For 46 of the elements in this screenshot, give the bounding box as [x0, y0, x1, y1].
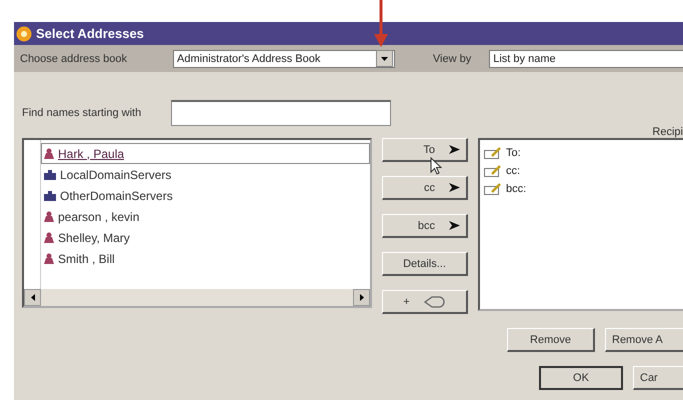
add-recipient-button[interactable]: Details... — [382, 252, 468, 276]
view-by-label: View by — [432, 52, 472, 64]
recipients-label: Recipi — [652, 126, 683, 138]
link-icon — [424, 296, 446, 308]
recipient-item[interactable]: To: — [484, 144, 683, 162]
note-pencil-icon — [484, 147, 502, 159]
cursor-icon — [430, 157, 442, 175]
find-label: Find names starting with — [22, 107, 142, 119]
add-recipient-button[interactable]: To — [382, 138, 468, 162]
address-item[interactable]: Smith , Bill — [41, 248, 370, 269]
arrow-icon — [449, 145, 460, 154]
group-icon — [44, 190, 56, 200]
remove-button[interactable]: Remove A — [605, 328, 683, 352]
person-icon — [44, 211, 54, 222]
left-arrow-icon — [30, 294, 34, 301]
remove-button[interactable]: Remove — [507, 328, 595, 352]
add-recipient-button[interactable]: cc — [382, 176, 468, 200]
right-arrow-icon — [360, 294, 364, 301]
address-item[interactable]: LocalDomainServers — [41, 164, 370, 185]
note-pencil-icon — [484, 165, 502, 177]
address-item[interactable]: pearson , kevin — [41, 206, 370, 227]
app-icon — [16, 26, 32, 42]
find-field[interactable] — [171, 100, 392, 126]
cancel-button[interactable]: Car — [633, 366, 683, 390]
address-book-label: Choose address book — [20, 52, 128, 64]
person-icon — [44, 148, 54, 159]
caret-icon — [380, 56, 388, 60]
address-item[interactable]: OtherDomainServers — [41, 185, 370, 206]
address-book-dropdown[interactable]: Administrator's Address Book — [173, 50, 395, 68]
view-by-dropdown[interactable]: List by name — [489, 50, 683, 68]
group-icon — [44, 170, 56, 180]
window-title: Select Addresses — [36, 26, 144, 41]
add-link-button[interactable]: + — [382, 290, 468, 314]
recipient-item[interactable]: bcc: — [484, 180, 683, 198]
ok-button[interactable]: OK — [539, 366, 623, 390]
note-pencil-icon — [484, 183, 502, 195]
address-item[interactable]: Shelley, Mary — [41, 227, 370, 248]
person-icon — [44, 232, 54, 243]
arrow-icon — [449, 221, 460, 230]
add-recipient-button[interactable]: bcc — [382, 214, 468, 238]
annotation-arrow — [374, 0, 388, 48]
recipient-item[interactable]: cc: — [484, 162, 683, 180]
arrow-icon — [449, 183, 460, 192]
address-item[interactable]: Hark , Paula — [41, 143, 370, 164]
horizontal-scrollbar[interactable] — [24, 289, 370, 306]
person-icon — [44, 253, 54, 264]
